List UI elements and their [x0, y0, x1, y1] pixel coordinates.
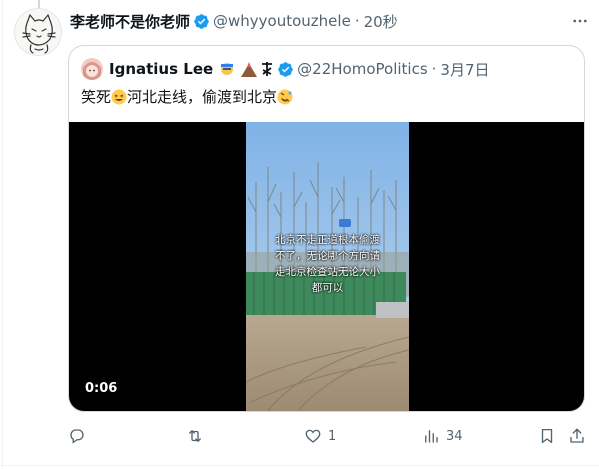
like-button[interactable]: 1 — [304, 424, 336, 448]
cat-sketch-avatar-icon — [15, 9, 61, 55]
caption-line: 北京不走正道根本偷渡 — [275, 234, 380, 246]
views-chart-icon — [425, 430, 438, 443]
share-icon — [570, 428, 584, 443]
bookmark-icon — [541, 428, 553, 444]
volcano-emoji-icon — [241, 62, 258, 77]
video-duration: 0:06 — [85, 381, 118, 396]
like-count: 1 — [328, 428, 337, 444]
reply-button[interactable] — [68, 424, 92, 448]
share-button[interactable] — [568, 424, 586, 448]
timeline-border — [2, 0, 3, 469]
tweet-header: 李老师不是你老师 @whyyoutouzhele · 20秒 — [70, 11, 585, 31]
anime-avatar-icon — [81, 58, 103, 80]
pilot-emoji-icon — [221, 63, 234, 75]
views-button[interactable]: 34 — [422, 424, 463, 448]
caption-line: 都可以 — [311, 282, 344, 294]
bookmark-button[interactable] — [538, 424, 556, 448]
tweet-divider — [0, 465, 599, 466]
quoted-tweet[interactable]: Ignatius Lee @22HomoPolitics · 3月7日 笑死 河北… — [68, 45, 585, 412]
retweet-icon — [189, 430, 201, 442]
quoted-text-part2: 河北走线，偷渡到北京 — [127, 88, 278, 106]
quoted-header: Ignatius Lee @22HomoPolitics · 3月7日 — [81, 58, 490, 80]
video-frame: 北京不走正道根本偷渡 不了，无论哪个方向请 走北京检查站无论大小 都可以 — [246, 122, 409, 411]
more-options-button[interactable] — [567, 8, 593, 34]
handle[interactable]: @whyyoutouzhele — [213, 12, 351, 30]
display-name[interactable]: 李老师不是你老师 — [70, 11, 190, 32]
retweet-button[interactable] — [186, 424, 210, 448]
quoted-display-name[interactable]: Ignatius Lee — [109, 60, 213, 78]
more-dots-icon — [573, 19, 587, 23]
views-count: 34 — [446, 428, 463, 444]
quoted-handle[interactable]: @22HomoPolitics — [297, 60, 427, 78]
quoted-date[interactable]: 3月7日 — [440, 59, 489, 80]
heart-icon — [305, 429, 321, 443]
reply-icon — [70, 429, 84, 444]
quoted-separator-dot: · — [431, 60, 437, 78]
rolling-laughing-face-icon — [277, 89, 293, 105]
action-bar: 1 34 — [68, 424, 593, 448]
quoted-text-part1: 笑死 — [81, 88, 112, 106]
kanji-symbol-icon — [262, 62, 273, 76]
quoted-verified-badge-icon — [278, 61, 293, 77]
quoted-text: 笑死 河北走线，偷渡到北京 — [81, 86, 293, 107]
thread-connector — [38, 0, 40, 8]
quoted-avatar — [81, 58, 103, 80]
verified-badge-icon — [194, 13, 209, 29]
video-player[interactable]: 北京不走正道根本偷渡 不了，无论哪个方向请 走北京检查站无论大小 都可以 0:0… — [69, 122, 584, 411]
timestamp[interactable]: 20秒 — [364, 11, 398, 32]
avatar[interactable] — [14, 8, 62, 56]
separator-dot: · — [354, 12, 360, 30]
caption-line: 走北京检查站无论大小 — [275, 266, 380, 278]
video-caption: 北京不走正道根本偷渡 不了，无论哪个方向请 走北京检查站无论大小 都可以 — [246, 232, 409, 296]
grinning-squinting-face-icon — [111, 89, 127, 105]
caption-line: 不了，无论哪个方向请 — [275, 250, 380, 262]
